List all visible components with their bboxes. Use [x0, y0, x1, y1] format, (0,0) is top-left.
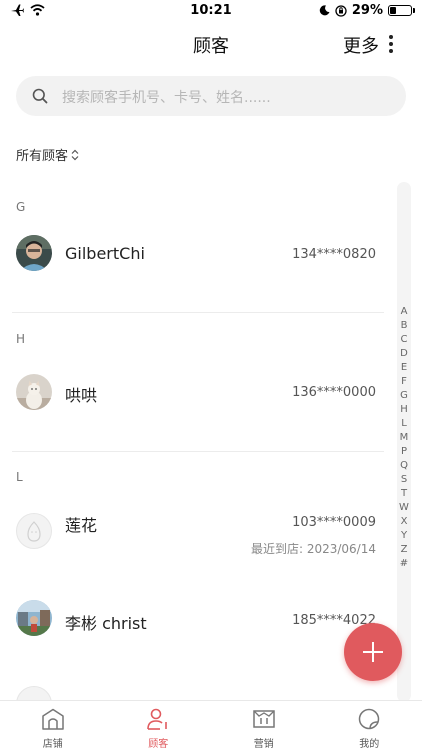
- more-label: 更多: [343, 36, 379, 57]
- marketing-icon: [253, 710, 275, 728]
- index-letter[interactable]: X: [401, 515, 408, 529]
- orientation-lock-icon: [335, 4, 347, 17]
- group-header-l: L: [16, 470, 23, 484]
- status-bar: 10:21 29%: [0, 0, 422, 24]
- battery-level: [390, 7, 396, 14]
- index-letter[interactable]: C: [401, 333, 408, 347]
- customer-row[interactable]: GilbertChi 134****0820: [0, 214, 386, 294]
- index-letter[interactable]: L: [401, 417, 407, 431]
- customer-row[interactable]: 李彬 christ 185****4022: [0, 580, 386, 660]
- customer-row[interactable]: 哄哄 136****0000: [0, 352, 386, 432]
- profile-icon: [359, 708, 380, 730]
- default-avatar: [16, 513, 52, 549]
- alphabet-index[interactable]: A B C D E F G H L M P Q S T W X Y Z #: [396, 305, 412, 571]
- tab-store[interactable]: 店铺: [0, 701, 106, 750]
- nav-bar: 顾客 更多: [0, 24, 422, 64]
- index-letter[interactable]: P: [401, 445, 407, 459]
- tab-label: 店铺: [42, 739, 63, 750]
- more-dots-icon[interactable]: [387, 35, 395, 53]
- battery-percent: 29%: [351, 3, 383, 18]
- index-letter[interactable]: M: [400, 431, 409, 445]
- search-icon: [32, 88, 48, 104]
- customer-phone: 136****0000: [292, 385, 376, 400]
- search-input[interactable]: 搜索顾客手机号、卡号、姓名......: [16, 76, 406, 116]
- filter-label: 所有顾客: [16, 149, 69, 164]
- sort-updown-icon: [71, 149, 79, 160]
- photo-avatar: [16, 235, 52, 271]
- store-icon: [42, 708, 64, 730]
- index-letter[interactable]: W: [399, 501, 409, 515]
- photo-avatar: [16, 600, 52, 636]
- tab-bar: 店铺 顾客 营销 我的: [0, 700, 422, 750]
- customer-name: 哄哄: [65, 386, 98, 405]
- battery-icon: [388, 5, 415, 16]
- tab-label: 营销: [253, 739, 274, 750]
- index-letter[interactable]: E: [401, 361, 407, 375]
- index-letter[interactable]: H: [400, 403, 408, 417]
- group-divider: [12, 312, 384, 313]
- tab-profile[interactable]: 我的: [317, 701, 422, 750]
- plus-icon-vertical: [372, 642, 374, 662]
- group-divider: [12, 451, 384, 452]
- customer-filter-dropdown[interactable]: 所有顾客: [16, 145, 79, 164]
- index-letter[interactable]: Z: [401, 543, 408, 557]
- group-header-g: G: [16, 200, 26, 214]
- add-customer-button[interactable]: [344, 623, 402, 681]
- index-letter[interactable]: B: [401, 319, 408, 333]
- customer-icon: [147, 708, 168, 730]
- tab-label: 顾客: [148, 739, 169, 750]
- customer-name: GilbertChi: [65, 244, 145, 263]
- index-letter[interactable]: D: [400, 347, 408, 361]
- tab-customers[interactable]: 顾客: [106, 701, 212, 750]
- more-button[interactable]: 更多: [343, 32, 379, 58]
- index-letter[interactable]: T: [401, 487, 407, 501]
- index-letter[interactable]: Q: [400, 459, 408, 473]
- cat-avatar: [16, 374, 52, 410]
- tab-marketing[interactable]: 营销: [211, 701, 317, 750]
- customer-name: 莲花: [65, 516, 98, 535]
- tab-label: 我的: [359, 739, 380, 750]
- customer-name: 李彬 christ: [65, 614, 147, 633]
- index-letter[interactable]: F: [401, 375, 407, 389]
- search-placeholder: 搜索顾客手机号、卡号、姓名......: [62, 90, 271, 106]
- customer-phone: 134****0820: [292, 247, 376, 262]
- index-letter[interactable]: S: [401, 473, 407, 487]
- status-right: 29%: [319, 3, 415, 18]
- group-header-h: H: [16, 332, 26, 346]
- customer-row[interactable]: 莲花 103****0009 最近到店: 2023/06/14: [0, 494, 386, 574]
- index-letter[interactable]: A: [401, 305, 408, 319]
- index-letter[interactable]: G: [400, 389, 408, 403]
- index-letter[interactable]: Y: [401, 529, 407, 543]
- customer-phone: 103****0009: [292, 515, 376, 530]
- moon-icon: [319, 5, 330, 16]
- last-visit-date: 最近到店: 2023/06/14: [250, 542, 376, 556]
- index-letter[interactable]: #: [400, 557, 408, 571]
